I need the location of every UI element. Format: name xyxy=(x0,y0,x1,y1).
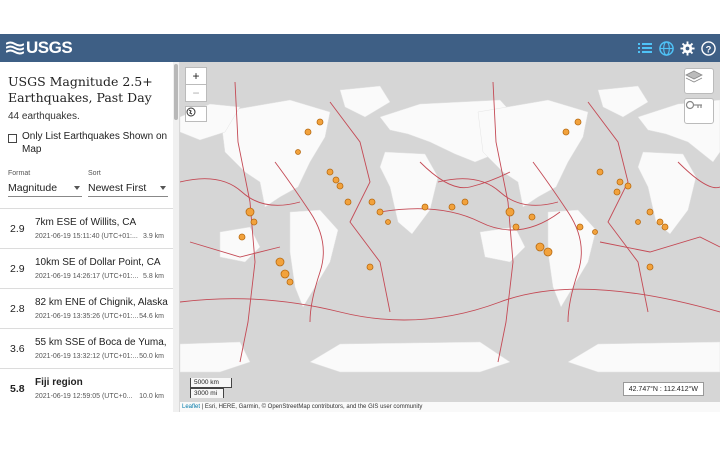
chevron-down-icon xyxy=(74,185,80,190)
only-list-label: Only List Earthquakes Shown on Map xyxy=(22,131,168,155)
earthquake-count: 44 earthquakes. xyxy=(8,111,80,122)
usgs-logo[interactable]: USGS xyxy=(6,34,73,62)
earthquake-place: Fiji region xyxy=(35,377,83,388)
help-icon[interactable]: ? xyxy=(700,40,716,56)
earthquake-place: 82 km ENE of Chignik, Alaska xyxy=(35,297,168,308)
earthquake-depth: 54.6 km xyxy=(139,313,164,320)
earthquake-magnitude: 2.9 xyxy=(10,223,25,235)
globe-icon xyxy=(186,107,196,117)
earthquake-depth: 50.0 km xyxy=(139,353,164,360)
gear-icon[interactable] xyxy=(679,40,695,56)
format-value: Magnitude xyxy=(8,181,58,194)
earthquake-depth: 5.8 km xyxy=(142,273,164,280)
locate-button[interactable] xyxy=(185,106,207,122)
earthquake-depth: 3.9 km xyxy=(142,233,164,240)
list-item[interactable]: 3.6 55 km SSE of Boca de Yuma, ... 2021-… xyxy=(0,328,174,368)
layers-button[interactable] xyxy=(684,68,714,94)
world-map-svg xyxy=(180,81,720,373)
scale-mi: 3000 mi xyxy=(190,388,224,398)
format-value-box[interactable]: Magnitude xyxy=(8,179,82,197)
only-list-toggle[interactable]: Only List Earthquakes Shown on Map xyxy=(8,130,170,156)
earthquake-time: 2021-06-19 13:32:12 (UTC+01:... xyxy=(35,353,139,360)
sort-select[interactable]: Sort Newest First xyxy=(88,170,168,197)
format-label: Format xyxy=(8,170,31,177)
earthquake-magnitude: 2.9 xyxy=(10,263,25,275)
earthquake-time: 2021-06-19 13:35:26 (UTC+01:... xyxy=(35,313,139,320)
earthquake-list-panel: USGS Magnitude 2.5+ Earthquakes, Past Da… xyxy=(0,62,180,412)
leaflet-link[interactable]: Leaflet xyxy=(182,404,200,410)
legend-button[interactable] xyxy=(684,98,714,124)
earthquake-magnitude: 5.8 xyxy=(10,383,25,395)
earthquake-map[interactable]: + − 5000 km 3000 mi 42.747°N: 112.412°W… xyxy=(180,62,720,412)
earthquake-magnitude: 3.6 xyxy=(10,343,25,355)
header-icons: ? xyxy=(637,34,716,62)
earthquake-place: 7km ESE of Willits, CA xyxy=(35,217,137,228)
list-icon[interactable] xyxy=(637,40,653,56)
app-window: USGS ? USGS Magnitude 2.5+ Earthquakes, … xyxy=(0,34,720,412)
earthquake-place: 10km SE of Dollar Point, CA xyxy=(35,257,161,268)
land-masses xyxy=(180,85,720,373)
list-item[interactable]: 5.8 Fiji region 2021-06-19 12:59:05 (UTC… xyxy=(0,368,174,408)
earthquake-time: 2021-06-19 14:26:17 (UTC+01:... xyxy=(35,273,139,280)
list-item[interactable]: 2.9 10km SE of Dollar Point, CA 2021-06-… xyxy=(0,248,174,288)
scrollbar-thumb[interactable] xyxy=(174,64,178,120)
usgs-logo-icon xyxy=(6,41,24,55)
list-item[interactable]: 2.9 7km ESE of Willits, CA 2021-06-19 15… xyxy=(0,208,174,248)
sort-value: Newest First xyxy=(88,181,147,194)
earthquake-depth: 10.0 km xyxy=(139,393,164,400)
scale-km: 5000 km xyxy=(190,378,232,388)
sort-value-box[interactable]: Newest First xyxy=(88,179,168,197)
sort-label: Sort xyxy=(88,170,101,177)
map-scale: 5000 km 3000 mi xyxy=(190,378,232,398)
layers-icon xyxy=(685,70,703,83)
only-list-checkbox[interactable] xyxy=(8,134,17,143)
zoom-in-button[interactable]: + xyxy=(185,67,207,85)
page-title: USGS Magnitude 2.5+ Earthquakes, Past Da… xyxy=(8,74,153,105)
earthquake-time: 2021-06-19 12:59:05 (UTC+0... xyxy=(35,393,133,400)
earthquake-time: 2021-06-19 15:11:40 (UTC+01:... xyxy=(35,233,138,240)
earthquake-magnitude: 2.8 xyxy=(10,303,25,315)
header-bar: USGS ? xyxy=(0,34,720,62)
globe-icon[interactable] xyxy=(658,40,674,56)
chevron-down-icon xyxy=(160,185,166,190)
sidebar-scrollbar[interactable] xyxy=(173,62,179,412)
attribution-text: | Esri, HERE, Garmin, © OpenStreetMap co… xyxy=(200,404,423,410)
zoom-out-button[interactable]: − xyxy=(185,84,207,102)
svg-text:?: ? xyxy=(705,44,711,54)
map-attribution: Leaflet | Esri, HERE, Garmin, © OpenStre… xyxy=(180,402,720,412)
list-item[interactable]: 2.8 82 km ENE of Chignik, Alaska 2021-06… xyxy=(0,288,174,328)
logo-text: USGS xyxy=(26,38,73,57)
format-select[interactable]: Format Magnitude xyxy=(8,170,82,197)
earthquake-place: 55 km SSE of Boca de Yuma, ... xyxy=(35,337,169,348)
coordinate-readout: 42.747°N : 112.412°W xyxy=(622,382,704,396)
key-icon xyxy=(685,100,702,110)
